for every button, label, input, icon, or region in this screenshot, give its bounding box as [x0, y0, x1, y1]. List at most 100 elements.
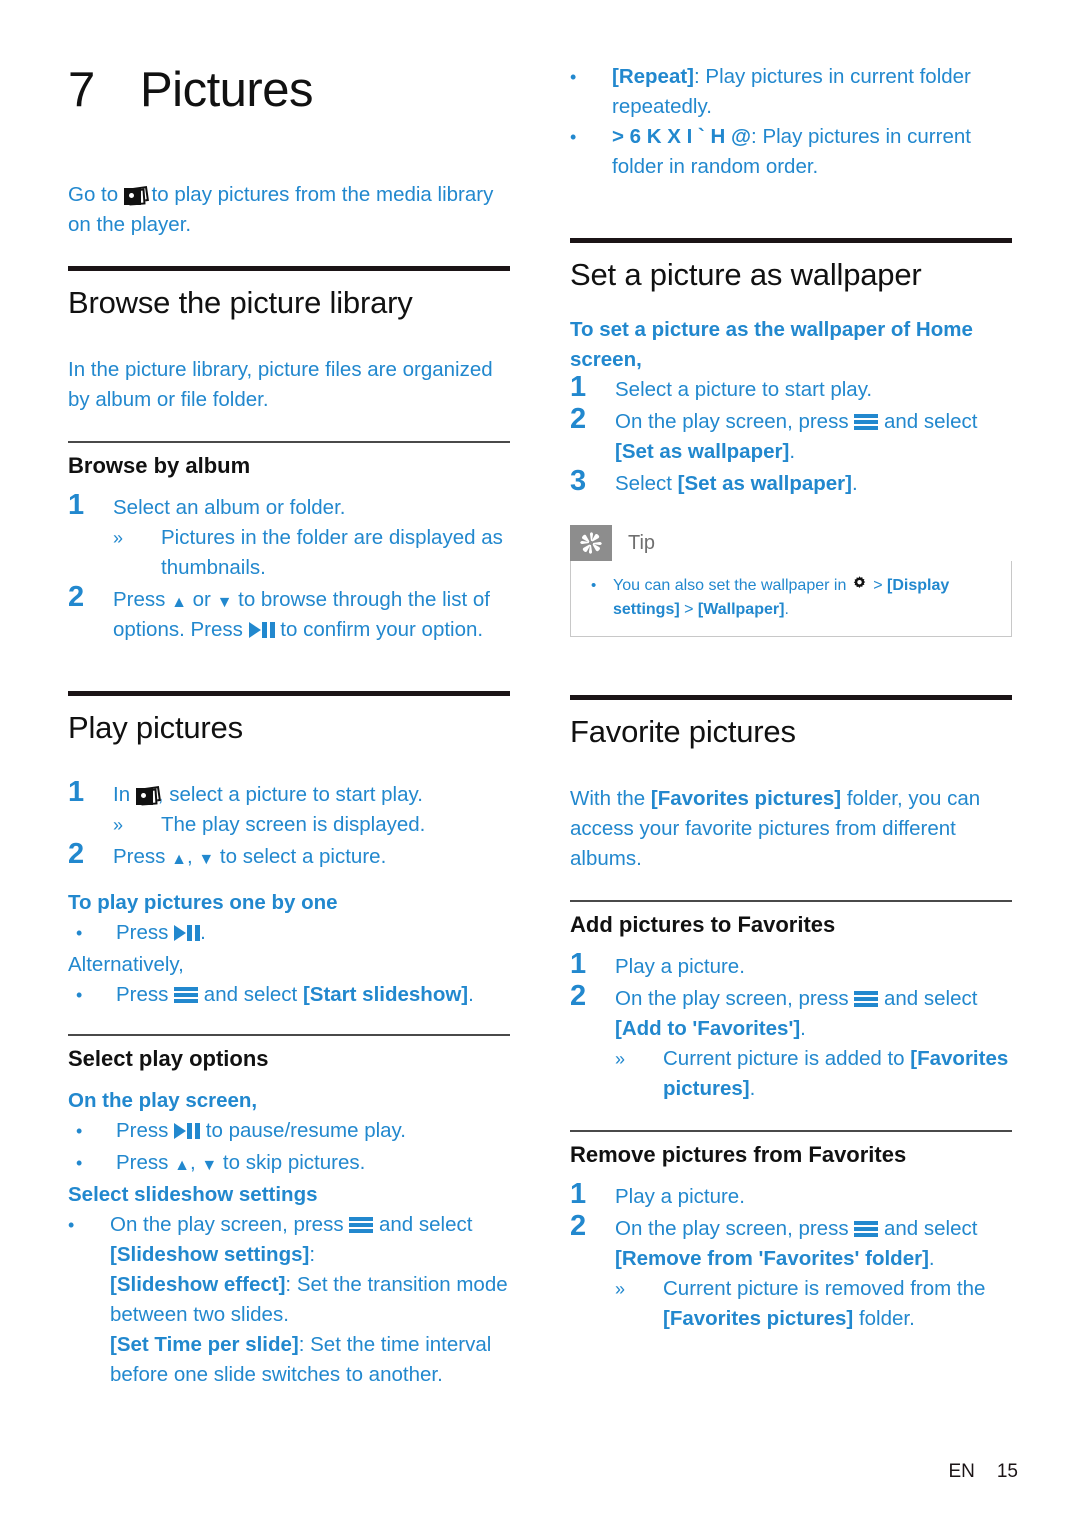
heading-on-play-screen: On the play screen, — [68, 1089, 258, 1112]
subsection-rule — [570, 1130, 1012, 1132]
continued-option-repeat: [Repeat]: Play pictures in current folde… — [570, 62, 1012, 122]
step-item: Select [Set as wallpaper]. — [570, 464, 1012, 499]
heading-play-one-by-one: To play pictures one by one — [68, 891, 338, 914]
section-title-set-wallpaper: Set a picture as wallpaper — [570, 257, 922, 292]
add-to-favorites-steps: Play a picture. On the play screen, pres… — [570, 947, 1012, 1104]
section-rule — [68, 691, 510, 696]
pictures-icon — [123, 186, 149, 206]
up-arrow-icon — [171, 848, 187, 869]
bullet-text: to pause/resume play. — [200, 1119, 406, 1142]
tip-text: > — [868, 577, 888, 594]
tip-header: Tip — [570, 525, 1012, 561]
bullet-text: Press — [116, 983, 175, 1006]
step-text: , — [186, 845, 199, 868]
result-text: Current picture is removed from the — [663, 1277, 986, 1300]
subsection-title-add-to-favorites: Add pictures to Favorites — [570, 912, 836, 937]
step-text: . — [789, 440, 796, 463]
lead-set-wallpaper: To set a picture as the wallpaper of Hom… — [570, 318, 973, 371]
right-column: [Repeat]: Play pictures in current folde… — [570, 62, 1012, 1350]
option-set-time-per-slide: [Set Time per slide] — [110, 1333, 299, 1356]
result-text: folder. — [853, 1307, 915, 1330]
bullet-text: and select — [373, 1213, 473, 1236]
menu-icon — [349, 1217, 374, 1233]
section-rule — [68, 266, 510, 271]
manual-page: 7 Pictures Go to to play pictures from t… — [0, 0, 1080, 1527]
option-wallpaper: [Wallpaper] — [697, 601, 785, 618]
step-text: and select — [878, 1217, 978, 1240]
subsection-rule — [68, 1034, 510, 1036]
tip-text: You can also set the wallpaper in — [613, 577, 851, 594]
step-item: Play a picture. — [570, 947, 1012, 982]
step-item: Select an album or folder. Pictures in t… — [68, 488, 510, 583]
step-item: Press or to browse through the list of o… — [68, 580, 510, 645]
heading-slideshow-settings: Select slideshow settings — [68, 1183, 318, 1206]
bullet-text: Press — [116, 1119, 175, 1142]
step-text: and select — [878, 987, 978, 1010]
step-text: Select an album or folder. — [113, 496, 346, 519]
set-wallpaper-steps: Select a picture to start play. On the p… — [570, 370, 1012, 499]
bullet-bold-option: [Start slideshow] — [302, 983, 469, 1006]
play-pictures-steps: In , select a picture to start play. The… — [68, 775, 510, 872]
bullet-text: . — [200, 921, 206, 944]
browse-library-intro: In the picture library, picture files ar… — [68, 358, 493, 411]
intro-text: With the — [570, 787, 651, 810]
menu-icon — [174, 987, 199, 1003]
step-text: . — [928, 1247, 935, 1270]
step-item: On the play screen, press and select [Re… — [570, 1209, 1012, 1334]
step-item: Select a picture to start play. — [570, 370, 1012, 405]
step-text: Select a picture to start play. — [615, 378, 873, 401]
chapter-number: 7 — [68, 63, 95, 117]
intro-paragraph: Go to to play pictures from the media li… — [68, 180, 510, 240]
subsection-rule — [68, 441, 510, 443]
pictures-icon — [135, 786, 161, 806]
bullet-text: to skip pictures. — [217, 1151, 366, 1174]
bullet-text: , — [189, 1151, 202, 1174]
bullet-text: Press — [116, 921, 175, 944]
step-text: and select — [878, 410, 978, 433]
tip-box: Tip You can also set the wallpaper in > … — [570, 525, 1012, 637]
step-text: Press — [113, 845, 172, 868]
browse-by-album-steps: Select an album or folder. Pictures in t… — [68, 488, 510, 645]
option-add-to-favorites: [Add to 'Favorites'] — [615, 1017, 801, 1040]
step-item: Play a picture. — [570, 1177, 1012, 1212]
bullet-text: On the play screen, press — [110, 1213, 350, 1236]
chapter-title: Pictures — [140, 63, 314, 117]
option-slideshow-settings: [Slideshow settings] — [110, 1243, 310, 1266]
bullet-text: and select — [198, 983, 303, 1006]
bullet-text: . — [468, 983, 474, 1006]
section-rule — [570, 695, 1012, 700]
remove-from-favorites-steps: Play a picture. On the play screen, pres… — [570, 1177, 1012, 1334]
step-text: . — [800, 1017, 806, 1040]
step-item: On the play screen, press and select [Se… — [570, 402, 1012, 467]
subsection-title-browse-by-album: Browse by album — [68, 453, 251, 478]
step-text: Play a picture. — [615, 1185, 745, 1208]
down-arrow-icon — [217, 591, 233, 612]
section-rule — [570, 238, 1012, 243]
step-result: The play screen is displayed. — [113, 810, 510, 840]
bullet-text: : — [309, 1243, 316, 1266]
section-title-browse-library: Browse the picture library — [68, 285, 413, 320]
bullet-item: Press , to skip pictures. — [68, 1148, 510, 1178]
down-arrow-icon — [201, 1154, 217, 1175]
bullet-item: On the play screen, press and select [Sl… — [68, 1210, 510, 1390]
step-text: On the play screen, press — [615, 987, 855, 1010]
tip-text: . — [784, 601, 789, 618]
option-set-as-wallpaper: [Set as wallpaper] — [615, 440, 790, 463]
option-favorites-pictures: [Favorites pictures] — [650, 787, 842, 810]
step-text: . — [851, 472, 858, 495]
option-slideshow-effect: [Slideshow effect] — [110, 1273, 286, 1296]
step-text: or — [186, 588, 217, 611]
option-set-as-wallpaper: [Set as wallpaper] — [677, 472, 852, 495]
step-result: Current picture is removed from the [Fav… — [615, 1274, 1012, 1334]
footer-language: EN — [948, 1461, 975, 1482]
menu-icon — [854, 1221, 879, 1237]
asterisk-icon — [570, 525, 612, 561]
step-text: On the play screen, press — [615, 410, 855, 433]
tip-body: You can also set the wallpaper in > [Dis… — [570, 561, 1012, 637]
favorite-pictures-intro: With the [Favorites pictures] folder, yo… — [570, 784, 1012, 874]
result-text: . — [749, 1077, 756, 1100]
intro-text-before: Go to — [68, 183, 124, 206]
section-title-play-pictures: Play pictures — [68, 710, 243, 745]
continued-option-shuffle: > 6 K X I ` H @: Play pictures in curren… — [570, 122, 1012, 182]
step-text: Select — [615, 472, 678, 495]
